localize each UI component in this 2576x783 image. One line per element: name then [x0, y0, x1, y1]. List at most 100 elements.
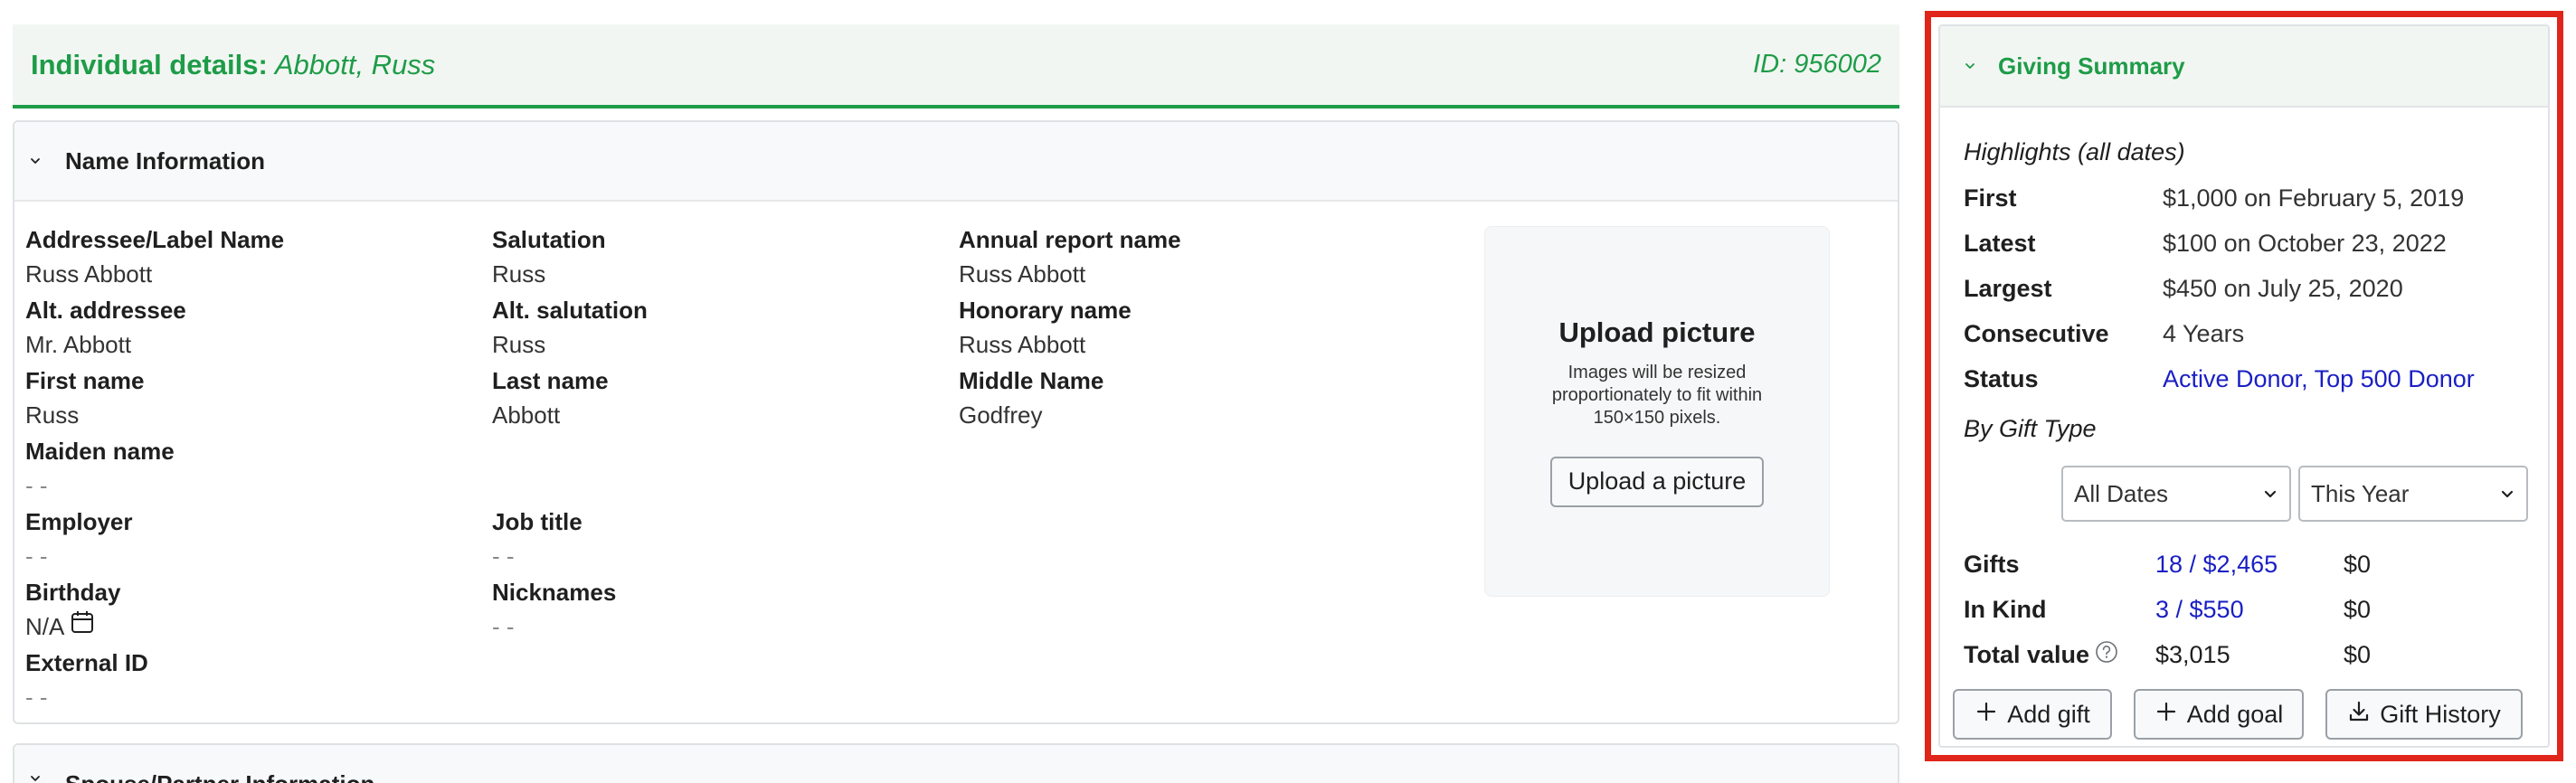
- nicknames-value: - -: [492, 613, 515, 640]
- middle-name-value: Godfrey: [959, 401, 1043, 429]
- middle-name-label: Middle Name: [959, 367, 1104, 394]
- period-select[interactable]: This Year: [2298, 466, 2528, 522]
- external-id-value: - -: [25, 684, 48, 711]
- external-id-field: External ID - -: [25, 646, 148, 715]
- total-value-label: Total value: [1964, 640, 2090, 668]
- maiden-name-label: Maiden name: [25, 438, 175, 465]
- addressee-field: Addressee/Label Name Russ Abbott: [25, 223, 284, 292]
- page-title-label: Individual details:: [31, 48, 268, 80]
- alt-salutation-value: Russ: [492, 331, 546, 358]
- annual-report-label: Annual report name: [959, 226, 1181, 253]
- external-id-label: External ID: [25, 649, 148, 676]
- honorary-name-label: Honorary name: [959, 297, 1132, 324]
- alt-addressee-field: Alt. addressee Mr. Abbott: [25, 294, 186, 363]
- add-goal-label: Add goal: [2186, 700, 2284, 728]
- giving-actions: Add gift Add goal Gift History: [1953, 689, 2523, 740]
- calendar-icon[interactable]: [70, 608, 95, 645]
- nicknames-label: Nicknames: [492, 579, 617, 606]
- highlight-row-status: Status Active Donor, Top 500 Donor: [1964, 361, 2475, 397]
- highlight-row-latest: Latest $100 on October 23, 2022: [1964, 225, 2447, 261]
- chevron-down-icon: [2262, 480, 2278, 508]
- highlight-row-consecutive: Consecutive 4 Years: [1964, 316, 2244, 352]
- highlight-label: Latest: [1964, 229, 2036, 257]
- period-selected: This Year: [2311, 479, 2410, 507]
- gifts-year-value: $0: [2344, 550, 2372, 578]
- top-500-donor-link[interactable]: Top 500 Donor: [2315, 365, 2475, 392]
- addressee-label: Addressee/Label Name: [25, 226, 285, 253]
- date-range-select[interactable]: All Dates: [2061, 466, 2291, 522]
- add-gift-label: Add gift: [2007, 700, 2090, 728]
- annual-report-value: Russ Abbott: [959, 260, 1086, 288]
- addressee-value: Russ Abbott: [25, 260, 153, 288]
- gift-history-label: Gift History: [2380, 700, 2501, 728]
- chevron-down-icon: [2499, 480, 2515, 508]
- date-range-selected: All Dates: [2074, 479, 2169, 507]
- alt-salutation-field: Alt. salutation Russ: [492, 294, 648, 363]
- last-name-value: Abbott: [492, 401, 561, 429]
- total-value-year: $0: [2344, 640, 2372, 668]
- status-label: Status: [1964, 364, 2039, 392]
- highlight-label: First: [1964, 184, 2017, 212]
- gift-history-button[interactable]: Gift History: [2325, 689, 2523, 740]
- gifts-label: Gifts: [1964, 550, 2020, 578]
- add-gift-button[interactable]: Add gift: [1953, 689, 2112, 740]
- in-kind-year-value: $0: [2344, 595, 2372, 623]
- upload-picture-title: Upload picture: [1558, 316, 1756, 348]
- alt-addressee-label: Alt. addressee: [25, 297, 186, 324]
- employer-field: Employer - -: [25, 505, 133, 574]
- maiden-name-field: Maiden name - -: [25, 435, 175, 504]
- first-name-value: Russ: [25, 401, 80, 429]
- name-information-card: Name Information Addressee/Label Name Ru…: [13, 120, 1899, 724]
- alt-addressee-value: Mr. Abbott: [25, 331, 132, 358]
- page-title: Individual details: Abbott, Russ: [31, 49, 435, 81]
- job-title-value: - -: [492, 542, 515, 570]
- chevron-down-icon[interactable]: [1962, 58, 1978, 74]
- upload-picture-panel: Upload picture Images will be resized pr…: [1484, 226, 1830, 597]
- in-kind-label: In Kind: [1964, 595, 2047, 623]
- status-separator: ,: [2301, 364, 2308, 392]
- first-name-label: First name: [25, 367, 145, 394]
- plus-icon: [1975, 700, 1998, 730]
- gifts-all-link[interactable]: 18 / $2,465: [2155, 551, 2344, 579]
- maiden-name-value: - -: [25, 472, 48, 499]
- highlight-value: $1,000 on February 5, 2019: [2163, 184, 2465, 212]
- salutation-field: Salutation Russ: [492, 223, 606, 292]
- name-information-title: Name Information: [65, 146, 266, 175]
- help-icon[interactable]: [2095, 640, 2118, 670]
- highlight-value: 4 Years: [2163, 319, 2245, 347]
- last-name-field: Last name Abbott: [492, 364, 609, 433]
- chevron-down-icon[interactable]: [27, 153, 43, 169]
- honorary-name-value: Russ Abbott: [959, 331, 1086, 358]
- name-information-header[interactable]: Name Information: [14, 122, 1898, 202]
- salutation-label: Salutation: [492, 226, 606, 253]
- job-title-field: Job title - -: [492, 505, 582, 574]
- total-value-all: $3,015: [2155, 640, 2230, 668]
- nicknames-field: Nicknames - -: [492, 576, 616, 645]
- active-donor-link[interactable]: Active Donor: [2163, 365, 2301, 392]
- giving-summary-highlight: Giving Summary Highlights (all dates) Fi…: [1925, 11, 2563, 761]
- honorary-name-field: Honorary name Russ Abbott: [959, 294, 1132, 363]
- birthday-field: Birthday N/A: [25, 576, 120, 645]
- birthday-value: N/A: [25, 613, 65, 640]
- upload-picture-description: Images will be resized proportionately t…: [1551, 362, 1763, 428]
- individual-id: ID: 956002: [1753, 50, 1881, 79]
- giving-summary-header[interactable]: Giving Summary: [1940, 26, 2548, 108]
- highlight-value: $450 on July 25, 2020: [2163, 274, 2403, 302]
- birthday-label: Birthday: [25, 579, 121, 606]
- in-kind-all-link[interactable]: 3 / $550: [2155, 596, 2344, 624]
- in-kind-row: In Kind 3 / $550 $0: [1964, 591, 2371, 627]
- birthday-value-row: N/A: [25, 608, 120, 645]
- add-goal-button[interactable]: Add goal: [2134, 689, 2304, 740]
- spouse-partner-title: Spouse/Partner Information: [65, 770, 374, 783]
- chevron-down-icon[interactable]: [27, 770, 43, 783]
- total-value-row: Total value $3,015 $0: [1964, 637, 2371, 673]
- spouse-partner-card[interactable]: Spouse/Partner Information: [13, 743, 1899, 783]
- highlight-label: Consecutive: [1964, 319, 2109, 347]
- upload-picture-button[interactable]: Upload a picture: [1549, 456, 1765, 507]
- individual-name: Abbott, Russ: [274, 48, 436, 80]
- job-title-label: Job title: [492, 508, 582, 535]
- highlights-heading: Highlights (all dates): [1964, 138, 2185, 165]
- highlight-row-largest: Largest $450 on July 25, 2020: [1964, 270, 2403, 307]
- by-gift-type-heading: By Gift Type: [1964, 415, 2097, 442]
- alt-salutation-label: Alt. salutation: [492, 297, 648, 324]
